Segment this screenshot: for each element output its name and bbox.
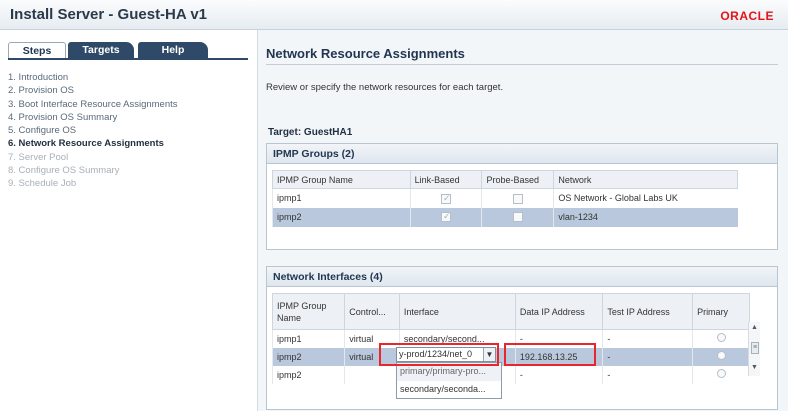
oracle-logo: ORACLE [720,9,774,23]
primary-cell [692,347,750,366]
probe-based-cell [481,207,554,227]
main-panel: Network Resource Assignments Review or s… [258,30,788,411]
step-boot-interface[interactable]: 3. Boot Interface Resource Assignments [8,99,178,112]
tab-targets[interactable]: Targets [68,42,134,58]
step-server-pool: 7. Server Pool [8,151,69,163]
data-ip-highlight-box [504,343,596,366]
ipmp-name-cell: ipmp1 [272,188,411,208]
col-data-ip-address[interactable]: Data IP Address [514,293,604,330]
link-based-checkbox[interactable] [441,211,452,223]
test-ip-cell[interactable]: - [602,329,693,348]
table-row[interactable]: ipmp1 OS Network - Global Labs UK [272,188,738,208]
step-configure-os[interactable]: 5. Configure OS [8,125,178,138]
tab-steps[interactable]: Steps [8,42,66,58]
probe-based-cell [481,188,554,208]
target-label: Target: GuestHA1 [268,127,353,138]
group-cell: ipmp2 [271,347,345,366]
group-cell: ipmp1 [271,329,345,348]
col-probe-based[interactable]: Probe-Based [481,170,555,189]
primary-cell [692,329,750,348]
steps-list: 1. Introduction 2. Provision OS 3. Boot … [8,72,178,192]
col-interface[interactable]: Interface [398,293,516,330]
network-interfaces-panel: Network Interfaces (4) IPMP Group Name C… [266,266,778,410]
step-network-resource-assignments[interactable]: 6. Network Resource Assignments [8,138,178,151]
scroll-up-icon[interactable]: ▲ [749,324,760,331]
step-introduction[interactable]: 1. Introduction [8,72,178,85]
step-provision-os[interactable]: 2. Provision OS [8,85,178,98]
tab-underline [8,58,248,60]
interface-dropdown-list: primary/primary-pro... secondary/seconda… [396,362,502,399]
col-test-ip-address[interactable]: Test IP Address [602,293,694,330]
link-based-checkbox[interactable] [441,193,452,204]
page-description: Review or specify the network resources … [266,82,504,93]
network-interfaces-title: Network Interfaces (4) [267,267,777,287]
title-bar: Install Server - Guest-HA v1 ORACLE [0,0,788,30]
test-ip-cell[interactable]: - [602,365,693,384]
group-cell: ipmp2 [271,365,345,384]
table-scrollbar[interactable]: ▲ ≡ ▼ [748,322,760,376]
title-divider [266,64,778,65]
network-cell: vlan-1234 [553,207,738,227]
scroll-down-icon[interactable]: ▼ [749,364,760,371]
primary-radio[interactable] [716,369,726,378]
ipmp-groups-panel: IPMP Groups (2) IPMP Group Name Link-Bas… [266,143,778,250]
scroll-thumb[interactable]: ≡ [751,342,759,354]
col-control[interactable]: Control... [344,293,400,330]
col-ipmp-group-name[interactable]: IPMP Group Name [272,170,411,189]
window-title: Install Server - Guest-HA v1 [10,6,208,23]
link-based-cell [409,188,482,208]
step-configure-os-summary: 8. Configure OS Summary [8,165,120,177]
tab-strip: Steps Targets Help [8,42,248,58]
primary-cell [692,365,750,384]
test-ip-cell[interactable]: - [602,347,693,366]
probe-based-checkbox[interactable] [512,212,523,223]
data-ip-cell[interactable]: - [514,365,603,384]
table-row[interactable]: ipmp2 vlan-1234 [272,207,738,227]
ipmp-groups-table: IPMP Group Name Link-Based Probe-Based N… [272,170,738,227]
step-provision-os-summary[interactable]: 4. Provision OS Summary [8,112,178,125]
network-interfaces-table: IPMP Group Name Control... Interface Dat… [271,293,750,384]
probe-based-checkbox[interactable] [512,193,523,204]
primary-radio[interactable] [716,333,726,343]
col-link-based[interactable]: Link-Based [409,170,483,189]
page-title: Network Resource Assignments [266,46,465,61]
table-row[interactable]: ipmp2 - - [271,365,750,384]
control-cell [344,365,400,384]
step-schedule-job: 9. Schedule Job [8,178,77,190]
interface-highlight-box [379,343,499,366]
link-based-cell [409,207,482,227]
col-primary[interactable]: Primary [692,293,750,330]
left-panel: Steps Targets Help 1. Introduction 2. Pr… [0,30,258,411]
ipmp-name-cell: ipmp2 [272,207,411,227]
ipmp-groups-title: IPMP Groups (2) [267,144,777,164]
col-ipmp-group-name[interactable]: IPMP Group Name [271,293,346,330]
tab-help[interactable]: Help [138,42,208,58]
dropdown-option[interactable]: secondary/seconda... [397,381,501,399]
primary-radio[interactable] [716,351,726,360]
col-network[interactable]: Network [553,170,738,189]
network-cell: OS Network - Global Labs UK [553,188,738,208]
